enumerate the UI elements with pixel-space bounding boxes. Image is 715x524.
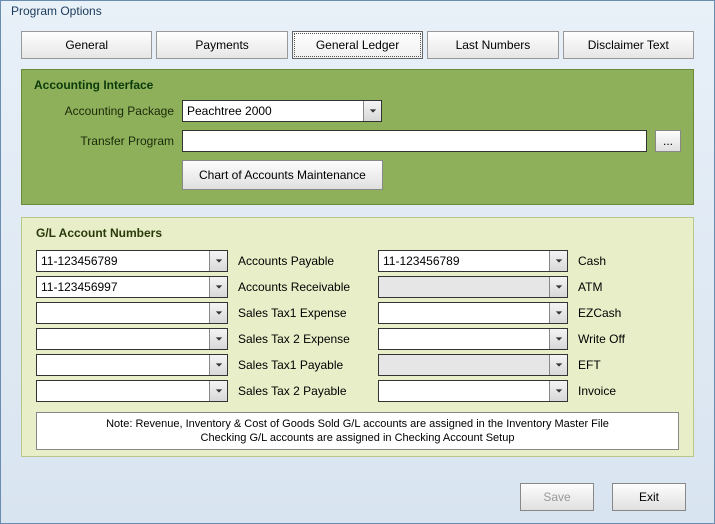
chart-of-accounts-button[interactable]: Chart of Accounts Maintenance <box>182 160 383 190</box>
gl-right-label-2: EZCash <box>578 306 679 320</box>
gl-left-select-1[interactable]: 11-123456997 <box>36 276 228 298</box>
chevron-down-icon <box>209 329 227 349</box>
gl-account-numbers-panel: G/L Account Numbers 11-123456789 Accounts… <box>21 217 694 457</box>
gl-right-row: ATM <box>378 276 679 298</box>
gl-right-select-5[interactable] <box>378 380 568 402</box>
chevron-down-icon <box>549 277 567 297</box>
gl-right-select-3[interactable] <box>378 328 568 350</box>
chevron-down-icon <box>209 381 227 401</box>
gl-right-row: EZCash <box>378 302 679 324</box>
gl-left-label-3: Sales Tax 2 Expense <box>238 332 366 346</box>
gl-left-select-2[interactable] <box>36 302 228 324</box>
chevron-down-icon <box>549 355 567 375</box>
tab-general-ledger[interactable]: General Ledger <box>292 31 423 59</box>
chevron-down-icon <box>209 303 227 323</box>
gl-right-label-5: Invoice <box>578 384 679 398</box>
chevron-down-icon <box>549 329 567 349</box>
content-area: General Payments General Ledger Last Num… <box>1 23 714 471</box>
gl-note: Note: Revenue, Inventory & Cost of Goods… <box>36 412 679 450</box>
chevron-down-icon <box>209 251 227 271</box>
gl-right-select-1 <box>378 276 568 298</box>
chevron-down-icon <box>209 277 227 297</box>
gl-left-label-5: Sales Tax 2 Payable <box>238 384 366 398</box>
gl-note-line2: Checking G/L accounts are assigned in Ch… <box>45 431 670 445</box>
gl-right-row: Write Off <box>378 328 679 350</box>
footer-buttons: Save Exit <box>520 483 686 511</box>
accounting-package-select[interactable]: Peachtree 2000 <box>182 100 382 122</box>
gl-left-row: 11-123456997 Accounts Receivable <box>36 276 366 298</box>
gl-note-line1: Note: Revenue, Inventory & Cost of Goods… <box>45 417 670 431</box>
chevron-down-icon <box>209 355 227 375</box>
accounting-interface-panel: Accounting Interface Accounting Package … <box>21 69 694 205</box>
gl-right-label-0: Cash <box>578 254 679 268</box>
gl-left-column: 11-123456789 Accounts Payable 11-123456997… <box>36 250 366 406</box>
gl-left-row: Sales Tax 2 Expense <box>36 328 366 350</box>
gl-left-select-0[interactable]: 11-123456789 <box>36 250 228 272</box>
gl-left-row: Sales Tax1 Payable <box>36 354 366 376</box>
gl-right-select-2[interactable] <box>378 302 568 324</box>
exit-button[interactable]: Exit <box>612 483 686 511</box>
gl-left-select-4[interactable] <box>36 354 228 376</box>
save-button[interactable]: Save <box>520 483 594 511</box>
program-options-window: Program Options General Payments General… <box>0 0 715 524</box>
gl-left-row: 11-123456789 Accounts Payable <box>36 250 366 272</box>
accounting-package-value: Peachtree 2000 <box>187 104 272 118</box>
tab-general[interactable]: General <box>21 31 152 59</box>
gl-left-select-5[interactable] <box>36 380 228 402</box>
gl-right-row: Invoice <box>378 380 679 402</box>
browse-button[interactable]: ... <box>655 130 681 152</box>
gl-right-label-4: EFT <box>578 358 679 372</box>
gl-right-row: EFT <box>378 354 679 376</box>
tab-last-numbers[interactable]: Last Numbers <box>427 31 558 59</box>
gl-left-label-2: Sales Tax1 Expense <box>238 306 366 320</box>
gl-left-label-1: Accounts Receivable <box>238 280 366 294</box>
gl-left-label-4: Sales Tax1 Payable <box>238 358 366 372</box>
gl-right-column: 11-123456789 Cash ATM EZCash Write Off EFT Inv… <box>378 250 679 406</box>
gl-right-select-0[interactable]: 11-123456789 <box>378 250 568 272</box>
gl-left-label-0: Accounts Payable <box>238 254 366 268</box>
chevron-down-icon <box>549 251 567 271</box>
tab-disclaimer[interactable]: Disclaimer Text <box>563 31 694 59</box>
gl-right-label-1: ATM <box>578 280 679 294</box>
transfer-program-input[interactable] <box>182 130 647 152</box>
chevron-down-icon <box>549 381 567 401</box>
gl-right-select-4 <box>378 354 568 376</box>
chevron-down-icon <box>549 303 567 323</box>
gl-left-select-3[interactable] <box>36 328 228 350</box>
gl-left-row: Sales Tax 2 Payable <box>36 380 366 402</box>
accounting-interface-legend: Accounting Interface <box>34 78 681 92</box>
tab-payments[interactable]: Payments <box>156 31 287 59</box>
chevron-down-icon <box>363 101 381 121</box>
gl-legend: G/L Account Numbers <box>36 226 679 240</box>
window-title: Program Options <box>1 1 714 23</box>
gl-left-row: Sales Tax1 Expense <box>36 302 366 324</box>
accounting-package-label: Accounting Package <box>34 104 174 118</box>
gl-right-label-3: Write Off <box>578 332 679 346</box>
transfer-program-label: Transfer Program <box>34 134 174 148</box>
tab-strip: General Payments General Ledger Last Num… <box>21 31 694 59</box>
gl-right-row: 11-123456789 Cash <box>378 250 679 272</box>
